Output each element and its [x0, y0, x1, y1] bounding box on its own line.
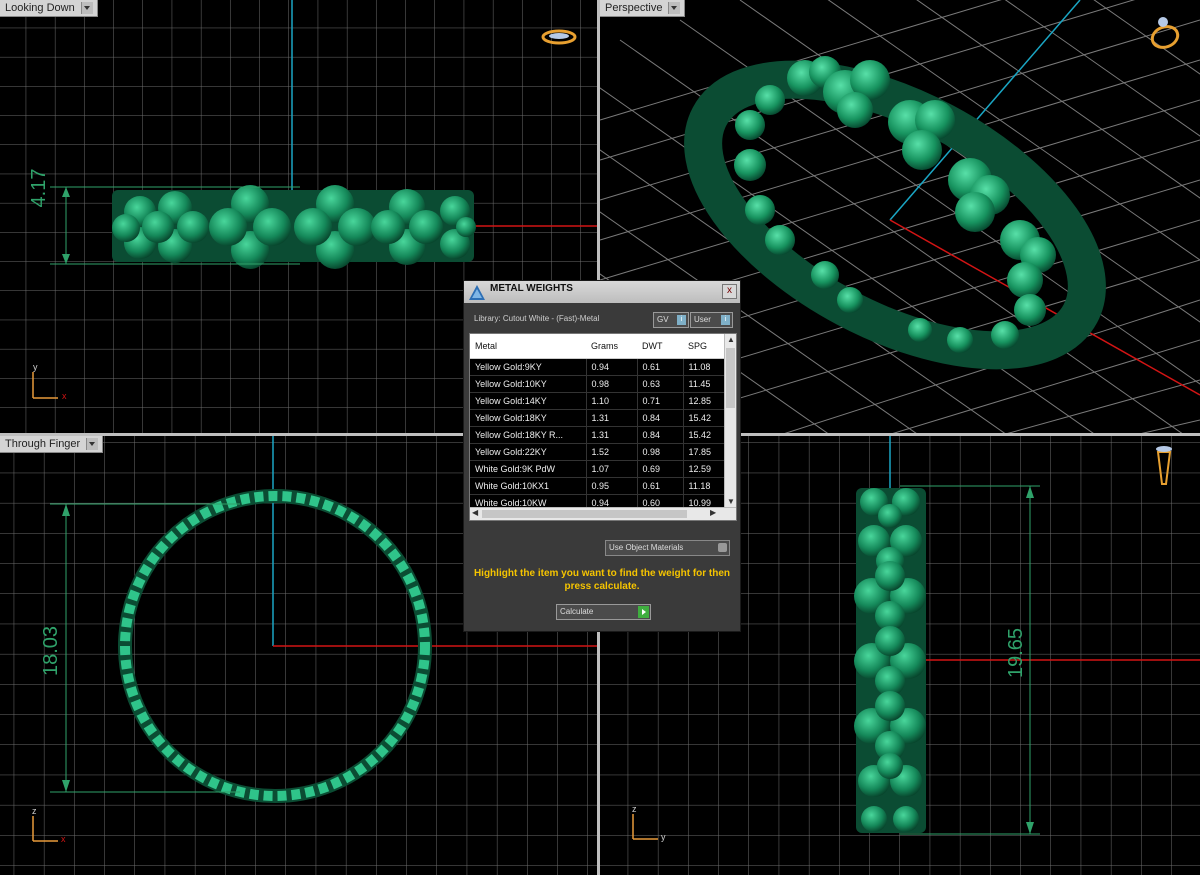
axis-label-x: x — [61, 834, 66, 844]
cell-grams: 1.31 — [586, 426, 638, 444]
metal-weights-table[interactable]: Metal Grams DWT SPG Yellow Gold:9KY 0.94 0… — [469, 333, 737, 521]
cell-grams: 0.95 — [586, 477, 638, 495]
cell-dwt: 0.84 — [637, 426, 684, 444]
calculate-label: Calculate — [560, 607, 594, 616]
cell-spg: 11.45 — [683, 375, 725, 393]
column-header-spg[interactable]: SPG — [683, 334, 725, 359]
scroll-up-icon[interactable]: ▲ — [727, 335, 735, 344]
axis-label-x: x — [62, 391, 67, 401]
viewport-label[interactable]: Through Finger — [0, 436, 104, 453]
library-label: Library: Cutout White - (Fast)-Metal — [474, 314, 600, 323]
cell-grams: 1.31 — [586, 409, 638, 427]
cell-metal: Yellow Gold:18KY R... — [470, 426, 587, 444]
cell-grams: 1.10 — [586, 392, 638, 410]
column-header-dwt[interactable]: DWT — [637, 334, 683, 359]
gv-dropdown[interactable]: GV i — [653, 312, 689, 328]
cell-grams: 1.07 — [586, 460, 638, 478]
viewport-name: Through Finger — [5, 438, 81, 450]
cell-metal: Yellow Gold:14KY — [470, 392, 587, 410]
play-icon — [638, 606, 649, 618]
chevron-down-icon[interactable] — [86, 438, 99, 450]
chevron-down-icon[interactable] — [80, 2, 93, 14]
gv-label: GV — [657, 315, 669, 324]
scroll-down-icon[interactable]: ▼ — [727, 497, 735, 506]
cell-spg: 17.85 — [683, 443, 725, 461]
cell-dwt: 0.84 — [637, 409, 684, 427]
table-header-row: Metal Grams DWT SPG — [470, 334, 725, 359]
axis-label-y: y — [661, 832, 666, 842]
cell-grams: 0.94 — [586, 358, 638, 376]
cell-dwt: 0.71 — [637, 392, 684, 410]
dimension-label: 4.17 — [28, 168, 50, 208]
cell-spg: 11.08 — [683, 358, 725, 376]
axis-label-z: z — [32, 806, 37, 816]
dimension-label: 18.03 — [40, 625, 62, 677]
column-header-grams[interactable]: Grams — [586, 334, 637, 359]
cell-metal: Yellow Gold:9KY — [470, 358, 587, 376]
axis-label-z: z — [632, 804, 637, 814]
table-row[interactable]: White Gold:9K PdW 1.07 0.69 12.59 — [470, 460, 725, 478]
use-object-materials-dropdown[interactable]: Use Object Materials — [605, 540, 730, 556]
table-row[interactable]: Yellow Gold:9KY 0.94 0.61 11.08 — [470, 358, 725, 376]
cell-dwt: 0.69 — [637, 460, 684, 478]
metal-weights-dialog[interactable]: METAL WEIGHTS x Library: Cutout White - … — [463, 280, 741, 632]
table-row[interactable]: Yellow Gold:18KY 1.31 0.84 15.42 — [470, 409, 725, 427]
scroll-thumb[interactable] — [726, 348, 735, 408]
instruction-text: Highlight the item you want to find the … — [473, 568, 731, 592]
dimension-label: 19.65 — [1005, 627, 1027, 679]
cell-metal: Yellow Gold:18KY — [470, 409, 587, 427]
info-icon: i — [721, 315, 730, 325]
cell-metal: Yellow Gold:10KY — [470, 375, 587, 393]
scroll-left-icon[interactable]: ◀ — [472, 508, 478, 517]
table-row[interactable]: Yellow Gold:14KY 1.10 0.71 12.85 — [470, 392, 725, 410]
info-icon: i — [677, 315, 686, 325]
cell-spg: 11.18 — [683, 477, 725, 495]
user-label: User — [694, 315, 711, 324]
table-row[interactable]: Yellow Gold:22KY 1.52 0.98 17.85 — [470, 443, 725, 461]
viewport-name: Looking Down — [5, 2, 75, 14]
cell-spg: 15.42 — [683, 409, 725, 427]
table-row[interactable]: Yellow Gold:10KY 0.98 0.63 11.45 — [470, 375, 725, 393]
table-row[interactable]: Yellow Gold:18KY R... 1.31 0.84 15.42 — [470, 426, 725, 444]
scroll-thumb[interactable] — [482, 510, 687, 518]
cell-dwt: 0.61 — [637, 358, 684, 376]
cell-spg: 15.42 — [683, 426, 725, 444]
use-object-materials-label: Use Object Materials — [609, 543, 684, 552]
viewport-label[interactable]: Perspective — [600, 0, 686, 17]
cell-spg: 12.85 — [683, 392, 725, 410]
axis-label-y: y — [33, 362, 38, 372]
column-header-metal[interactable]: Metal — [470, 334, 586, 359]
cell-metal: White Gold:9K PdW — [470, 460, 587, 478]
user-dropdown[interactable]: User i — [690, 312, 733, 328]
cell-dwt: 0.63 — [637, 375, 684, 393]
chevron-down-icon — [718, 543, 727, 552]
cell-spg: 12.59 — [683, 460, 725, 478]
dialog-titlebar[interactable]: METAL WEIGHTS x — [464, 281, 740, 303]
dialog-title: METAL WEIGHTS — [490, 283, 573, 294]
cell-dwt: 0.61 — [637, 477, 684, 495]
horizontal-scrollbar[interactable]: ◀ ▶ — [470, 507, 736, 520]
calculate-button[interactable]: Calculate — [556, 604, 651, 620]
table-row[interactable]: White Gold:10KX1 0.95 0.61 11.18 — [470, 477, 725, 495]
cell-dwt: 0.98 — [637, 443, 684, 461]
cell-metal: White Gold:10KX1 — [470, 477, 587, 495]
app-logo-icon — [469, 285, 485, 300]
viewport-label[interactable]: Looking Down — [0, 0, 98, 17]
cell-metal: Yellow Gold:22KY — [470, 443, 587, 461]
vertical-scrollbar[interactable]: ▲ ▼ — [724, 334, 736, 508]
scroll-right-icon[interactable]: ▶ — [710, 508, 716, 517]
viewport-name: Perspective — [605, 2, 663, 14]
cell-grams: 1.52 — [586, 443, 638, 461]
chevron-down-icon[interactable] — [668, 2, 681, 14]
close-button[interactable]: x — [722, 284, 737, 299]
cell-grams: 0.98 — [586, 375, 638, 393]
